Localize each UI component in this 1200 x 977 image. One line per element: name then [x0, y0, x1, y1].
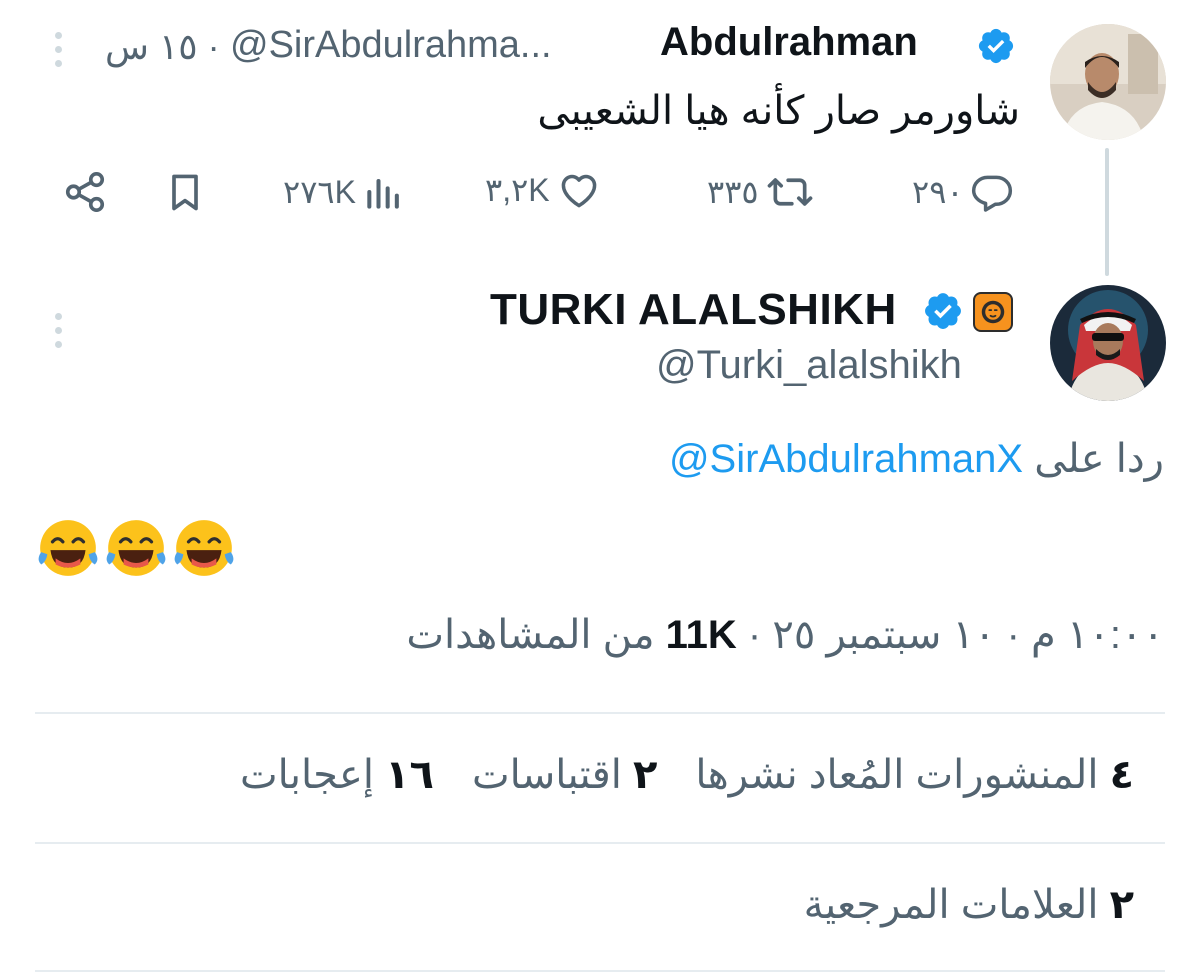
parent-tweet-text: شاورمر صار كأنه هيا الشعيبى	[537, 89, 1020, 133]
parent-author-name[interactable]: Abdulrahman	[660, 20, 918, 65]
retweets-stat[interactable]: ٤ المنشورات المُعاد نشرها	[695, 752, 1134, 798]
like-count: ٣,٢K	[485, 172, 550, 208]
stat-count: ٤	[1109, 753, 1134, 797]
parent-author-handle[interactable]: @SirAbdulrahma...	[230, 24, 552, 67]
bookmarks-stat[interactable]: ٢ العلامات المرجعية	[804, 882, 1134, 928]
time-separator: ·	[207, 26, 220, 67]
stat-count: ٢	[1109, 883, 1134, 927]
stat-count: ٢	[632, 753, 658, 797]
laughing-emoji-icon	[106, 520, 166, 576]
engagement-stats: ٤ المنشورات المُعاد نشرها ٢ اقتباسات ١٦ …	[240, 752, 1134, 798]
meta-dot: ·	[747, 613, 762, 657]
divider	[35, 842, 1165, 844]
lion-affiliate-icon[interactable]	[973, 292, 1013, 332]
bookmark-icon	[172, 174, 198, 211]
main-avatar[interactable]	[1050, 285, 1166, 401]
like-button[interactable]: ٣,٢K	[485, 160, 602, 220]
retweet-button[interactable]: ٣٣٥	[707, 162, 815, 222]
views-count: 11K	[665, 613, 737, 657]
thread-connector	[1105, 148, 1109, 276]
tweet-time[interactable]: ١٠:٠٠ م	[1031, 613, 1164, 657]
share-button[interactable]	[62, 162, 108, 222]
verified-badge-icon	[976, 26, 1016, 71]
reply-icon	[971, 175, 1012, 212]
more-dots-icon[interactable]	[48, 313, 68, 348]
main-author-handle[interactable]: @Turki_alalshikh	[656, 343, 962, 388]
views-label: من المشاهدات	[406, 613, 655, 657]
retweet-count: ٣٣٥	[707, 174, 759, 210]
quotes-stat[interactable]: ٢ اقتباسات	[472, 752, 657, 798]
tweet-meta: ١٠:٠٠ م · ١٠ سبتمبر ٢٥ · 11K من المشاهدا…	[406, 612, 1164, 658]
laughing-emoji-icon	[38, 520, 98, 576]
views-button[interactable]: ٢٧٦K	[283, 162, 406, 222]
main-author-name[interactable]: TURKI ALALSHIKH	[490, 285, 897, 335]
more-dots-icon[interactable]	[48, 32, 68, 67]
replying-label: ردا على	[1034, 437, 1164, 481]
parent-avatar[interactable]	[1050, 24, 1166, 140]
replying-to: ردا على @SirAbdulrahmanX	[669, 436, 1164, 482]
likes-stat[interactable]: ١٦ إعجابات	[240, 752, 434, 798]
retweet-icon	[767, 178, 812, 206]
stat-label: المنشورات المُعاد نشرها	[695, 753, 1099, 797]
laughing-emoji-icon	[174, 520, 234, 576]
reply-button[interactable]: ٢٩٠	[912, 162, 1014, 222]
share-icon	[65, 171, 105, 213]
verified-badge-icon	[922, 290, 964, 337]
stat-count: ١٦	[385, 753, 434, 797]
view-count: ٢٧٦K	[283, 174, 356, 210]
stat-label: إعجابات	[240, 753, 374, 797]
replying-to-link[interactable]: @SirAbdulrahmanX	[669, 437, 1023, 481]
divider	[35, 970, 1165, 972]
stat-label: العلامات المرجعية	[803, 883, 1099, 927]
main-tweet-text: 😂😂😂	[35, 515, 237, 581]
reply-count: ٢٩٠	[912, 174, 964, 210]
parent-time[interactable]: · ١٥ س	[105, 26, 220, 68]
tweet-date[interactable]: ١٠ سبتمبر ٢٥	[772, 613, 995, 657]
divider	[35, 712, 1165, 714]
like-icon	[561, 174, 596, 208]
meta-dot: ·	[1006, 613, 1020, 657]
bookmark-button[interactable]	[163, 162, 207, 222]
views-icon	[367, 178, 399, 209]
stat-label: اقتباسات	[471, 753, 622, 797]
time-value: ١٥ س	[105, 26, 198, 67]
